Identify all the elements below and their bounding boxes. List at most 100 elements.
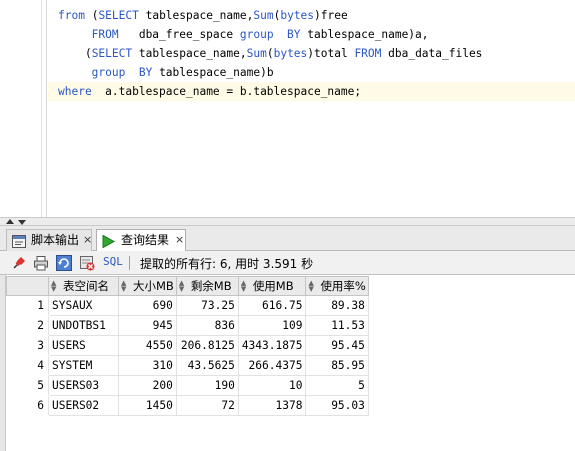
row-number[interactable]: 3 [6,335,49,356]
column-header[interactable]: ▲ ▼ 剩余MB [175,276,239,296]
code-line[interactable]: group BY tablespace_name)b [58,63,274,82]
results-toolbar: SQL 提取的所有行: 6, 用时 3.591 秒 [0,251,575,275]
table-cell[interactable]: UNDOTBS1 [48,315,119,336]
table-cell[interactable]: 11.53 [305,315,369,336]
column-header[interactable]: ▲ ▼ 使用MB [237,276,307,296]
table-cell[interactable]: SYSAUX [48,295,119,316]
table-cell[interactable]: 310 [118,355,177,376]
row-number[interactable]: 1 [6,295,49,316]
table-cell[interactable]: USERS03 [48,375,119,396]
sql-keyword: from [58,9,92,22]
collapse-down-icon[interactable] [18,220,26,225]
table-cell[interactable]: 190 [175,375,239,396]
table-cell[interactable]: 690 [118,295,177,316]
fetch-status: 提取的所有行: 6, 用时 3.591 秒 [140,257,314,271]
pin-icon[interactable] [11,255,27,271]
close-icon[interactable]: × [83,230,92,250]
table-cell[interactable]: 5 [305,375,369,396]
sort-icon[interactable]: ▲ ▼ [51,280,56,293]
sql-keyword: where [58,85,92,98]
sql-text: )total [307,47,355,60]
sql-keyword: bytes [280,9,315,22]
table-row[interactable]: 1 SYSAUX 690 73.25 616.75 89.38 [6,295,369,316]
table-cell[interactable]: 200 [118,375,177,396]
sql-keyword: group [239,28,274,41]
row-number-header [6,276,49,296]
table-cell[interactable]: 206.8125 [175,335,239,356]
panel-splitter[interactable] [0,217,575,226]
sql-keyword: SELECT [98,9,139,22]
results-table[interactable]: ▲ ▼ 表空间名 ▲ ▼ 大小MB ▲ ▼ 剩余MB ▲ ▼ 使用MB ▲ ▼ 使用率% 1 SYSA… [6,276,369,416]
sql-text: dba_data_files [381,47,483,60]
table-row[interactable]: 5 USERS03 200 190 10 5 [6,375,369,396]
close-icon[interactable]: × [175,230,184,250]
sort-icon[interactable]: ▲ ▼ [308,280,313,293]
row-number[interactable]: 2 [6,315,49,336]
table-cell[interactable]: 4550 [118,335,177,356]
sql-keyword: SELECT [91,47,133,60]
code-line[interactable]: (SELECT tablespace_name,Sum(bytes)total … [58,44,483,63]
table-cell[interactable]: 95.03 [305,395,369,416]
table-cell[interactable]: 836 [175,315,239,336]
print-icon[interactable] [33,255,49,271]
sort-icon[interactable]: ▲ ▼ [121,280,126,293]
sql-text: dba_free_space [118,28,240,41]
output-tabbar: 脚本输出 × 查询结果 × [0,226,575,251]
table-row[interactable]: 3 USERS 4550 206.8125 4343.1875 95.45 [6,335,369,356]
row-number[interactable]: 4 [6,355,49,376]
column-header[interactable]: ▲ ▼ 使用率% [305,276,369,296]
table-cell[interactable]: 89.38 [305,295,369,316]
sql-text: ( [266,47,274,60]
sql-button[interactable]: SQL [103,255,123,268]
cancel-query-icon[interactable] [79,255,95,271]
sort-icon[interactable]: ▲ ▼ [179,280,184,293]
sort-icon[interactable]: ▲ ▼ [241,280,246,293]
code-line[interactable]: from (SELECT tablespace_name,Sum(bytes)f… [58,6,348,25]
sql-text: tablespace_name, [132,47,247,60]
table-cell[interactable]: 72 [175,395,239,416]
row-number[interactable]: 5 [6,375,49,396]
table-cell[interactable]: 95.45 [305,335,369,356]
editor-gutter [0,0,47,217]
tab-script-output[interactable]: 脚本输出 × [6,229,92,251]
tab-label: 查询结果 [121,233,170,247]
table-cell[interactable]: SYSTEM [48,355,119,376]
sql-function: Sum [253,9,274,22]
sql-editor[interactable]: from (SELECT tablespace_name,Sum(bytes)f… [0,0,575,217]
sql-keyword: bytes [273,47,308,60]
code-line[interactable]: FROM dba_free_space group BY tablespace_… [58,25,429,44]
table-row[interactable]: 6 USERS02 1450 72 1378 95.03 [6,395,369,416]
table-cell[interactable]: 73.25 [175,295,239,316]
table-cell[interactable]: 85.95 [305,355,369,376]
table-cell[interactable]: USERS [48,335,119,356]
table-cell[interactable]: USERS02 [48,395,119,416]
results-grid-area: ▲ ▼ 表空间名 ▲ ▼ 大小MB ▲ ▼ 剩余MB ▲ ▼ 使用MB ▲ ▼ 使用率% 1 SYSA… [0,275,575,451]
header-row: ▲ ▼ 表空间名 ▲ ▼ 大小MB ▲ ▼ 剩余MB ▲ ▼ 使用MB ▲ ▼ 使用率% [6,276,369,296]
column-header[interactable]: ▲ ▼ 表空间名 [48,276,119,296]
table-cell[interactable]: 616.75 [237,295,307,316]
row-number[interactable]: 6 [6,395,49,416]
table-cell[interactable]: 1378 [237,395,307,416]
table-cell[interactable]: 945 [118,315,177,336]
tab-query-result[interactable]: 查询结果 × [96,229,186,251]
collapse-up-icon[interactable] [6,219,14,224]
table-cell[interactable]: 1450 [118,395,177,416]
table-cell[interactable]: 266.4375 [237,355,307,376]
table-cell[interactable]: 109 [237,315,307,336]
sql-text: tablespace_name)a, [300,28,429,41]
table-row[interactable]: 4 SYSTEM 310 43.5625 266.4375 85.95 [6,355,369,376]
table-cell[interactable]: 43.5625 [175,355,239,376]
sql-keyword: BY [138,66,153,79]
sql-keyword: FROM [58,28,119,41]
table-row[interactable]: 2 UNDOTBS1 945 836 109 11.53 [6,315,369,336]
sql-text: )free [314,9,348,22]
table-cell[interactable]: 4343.1875 [237,335,307,356]
refresh-icon[interactable] [56,255,72,271]
sql-text: a.tablespace_name = b.tablespace_name; [91,85,362,98]
column-header[interactable]: ▲ ▼ 大小MB [118,276,177,296]
table-cell[interactable]: 10 [237,375,307,396]
code-line-current[interactable]: where a.tablespace_name = b.tablespace_n… [48,82,575,101]
sql-text: tablespace_name, [138,9,254,22]
tab-label: 脚本输出 [31,233,80,247]
